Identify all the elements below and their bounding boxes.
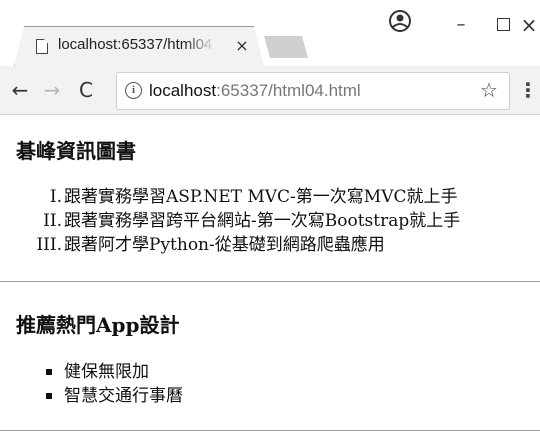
- browser-titlebar: localhost:65337/html04.html × – ×: [0, 0, 540, 67]
- bullet-icon: [46, 393, 52, 399]
- browser-toolbar: ← → C i localhost:65337/html04.html ☆ ⋮: [0, 66, 540, 115]
- list-item: II. 跟著實務學習跨平台網站-第一次寫Bootstrap就上手: [0, 209, 540, 233]
- url-text[interactable]: localhost:65337/html04.html: [149, 80, 361, 102]
- address-bar[interactable]: i localhost:65337/html04.html ☆: [116, 72, 510, 110]
- list-item: I. 跟著實務學習ASP.NET MVC-第一次寫MVC就上手: [0, 185, 540, 209]
- url-path: :65337/html04.html: [216, 81, 361, 100]
- list-item-number: II.: [43, 211, 62, 231]
- list-item-text: 跟著實務學習跨平台網站-第一次寫Bootstrap就上手: [64, 211, 461, 231]
- list-item-number: III.: [36, 235, 62, 255]
- app-list: 健保無限加 智慧交通行事曆: [0, 360, 540, 408]
- list-item: 智慧交通行事曆: [0, 384, 540, 408]
- page-content: 碁峰資訊圖書 I. 跟著實務學習ASP.NET MVC-第一次寫MVC就上手 I…: [0, 115, 540, 433]
- profile-icon-glyph: [389, 10, 411, 32]
- bookmark-star-icon[interactable]: ☆: [477, 78, 501, 102]
- back-button[interactable]: ←: [8, 78, 32, 102]
- page-heading-apps: 推薦熱門App設計: [16, 313, 180, 337]
- minimize-button[interactable]: –: [438, 12, 484, 38]
- reload-button[interactable]: C: [74, 78, 98, 102]
- profile-icon[interactable]: [387, 8, 413, 34]
- new-tab-button[interactable]: [264, 36, 308, 58]
- list-item-text: 跟著實務學習ASP.NET MVC-第一次寫MVC就上手: [64, 187, 458, 207]
- bullet-icon: [46, 369, 52, 375]
- list-item: III. 跟著阿才學Python-從基礎到網路爬蟲應用: [0, 233, 540, 257]
- list-item-text: 智慧交通行事曆: [64, 386, 183, 406]
- book-list: I. 跟著實務學習ASP.NET MVC-第一次寫MVC就上手 II. 跟著實務…: [0, 185, 540, 257]
- maximize-icon: [496, 18, 510, 31]
- page-heading-publisher: 碁峰資訊圖書: [16, 139, 136, 163]
- horizontal-rule: [0, 430, 540, 431]
- tab-close-icon[interactable]: ×: [234, 36, 250, 56]
- list-item-text: 健保無限加: [64, 362, 149, 382]
- browser-menu-icon[interactable]: ⋮: [518, 78, 538, 102]
- list-item: 健保無限加: [0, 360, 540, 384]
- site-info-icon[interactable]: i: [125, 82, 142, 99]
- window-close-button[interactable]: ×: [518, 12, 540, 38]
- horizontal-rule: [0, 281, 540, 282]
- list-item-text: 跟著阿才學Python-從基礎到網路爬蟲應用: [64, 235, 385, 255]
- list-item-number: I.: [49, 187, 62, 207]
- forward-button[interactable]: →: [40, 78, 64, 102]
- url-host: localhost: [149, 81, 217, 100]
- tab-title: localhost:65337/html04.html: [58, 36, 216, 53]
